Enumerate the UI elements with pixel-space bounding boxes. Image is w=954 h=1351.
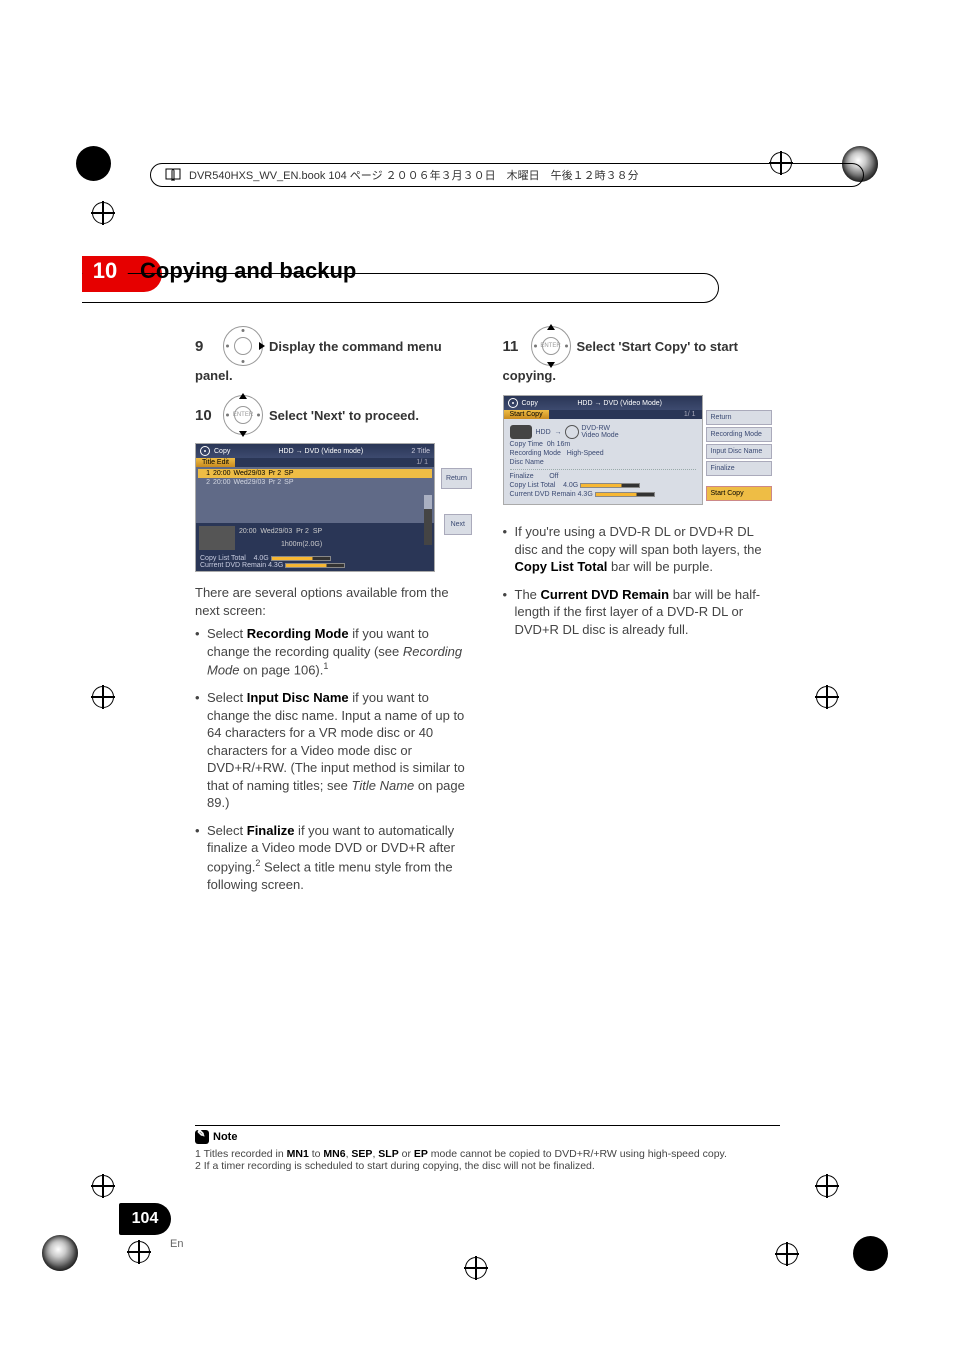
book-header-text: DVR540HXS_WV_EN.book 104 ページ ２００６年３月３０日 … — [189, 167, 639, 183]
ui2-side-finalize[interactable]: Finalize — [706, 461, 772, 476]
ui2-side-rec-mode[interactable]: Recording Mode — [706, 427, 772, 442]
ui2-side-input-disc-name[interactable]: Input Disc Name — [706, 444, 772, 459]
ui2-tab-start-copy[interactable]: Start Copy — [504, 410, 549, 419]
list-item: Select Recording Mode if you want to cha… — [195, 625, 473, 679]
ui1-tab-title-edit[interactable]: Title Edit — [196, 458, 235, 467]
chapter-title: Copying and backup — [140, 258, 356, 284]
note-label: Note — [213, 1131, 237, 1143]
disc-icon — [200, 446, 210, 456]
note-section: Note 1 Titles recorded in MN1 to MN6, SE… — [195, 1125, 780, 1172]
ui2-side-start-copy[interactable]: Start Copy — [706, 486, 772, 501]
ui2-copy-label: Copy — [522, 400, 538, 407]
dvd-remain-bar — [285, 563, 345, 568]
start-copy-screenshot: Copy HDD → DVD (Video Mode) Start Copy 1… — [503, 395, 703, 505]
step-10-number: 10 — [195, 407, 217, 424]
nav-right-icon — [223, 326, 263, 366]
nav-enter-icon: ENTER — [223, 395, 263, 435]
ui2-page-indicator: 1/ 1 — [549, 410, 702, 419]
ui1-return-button[interactable]: Return — [441, 468, 472, 489]
ui2-mode: HDD → DVD (Video Mode) — [542, 400, 698, 407]
intro-line-1: There are several options available from… — [195, 584, 473, 602]
ui1-next-button[interactable]: Next — [444, 514, 472, 535]
ui1-page-indicator: 1/ 1 — [235, 458, 434, 467]
step-11-text: Select 'Start Copy' to start — [577, 339, 739, 354]
nav-enter-icon: ENTER — [531, 326, 571, 366]
preview-thumbnail — [199, 526, 235, 550]
book-open-icon — [165, 167, 181, 183]
copy-total-bar — [271, 556, 331, 561]
table-row[interactable]: 2 20:00 Wed29/03 Pr 2 SP — [198, 478, 432, 487]
ui1-mode: HDD → DVD (Video mode) — [234, 448, 407, 455]
chapter-number-badge: 10 — [82, 256, 128, 286]
list-item: If you're using a DVD-R DL or DVD+R DL d… — [503, 523, 781, 576]
page-number-badge: 104 — [119, 1203, 171, 1235]
preview-length: 1h00m(2.0G) — [239, 541, 322, 548]
step-9-number: 9 — [195, 338, 217, 355]
step-11-number: 11 — [503, 338, 525, 355]
step-9-text-2: panel. — [195, 368, 473, 383]
step-11-text-2: copying. — [503, 368, 781, 383]
ui2-side-menu: Return Recording Mode Input Disc Name Fi… — [706, 410, 772, 503]
step-9-text: Display the command menu — [269, 339, 442, 354]
hdd-icon — [510, 425, 532, 439]
list-item: The Current DVD Remain bar will be half-… — [503, 586, 781, 639]
ui2-side-return[interactable]: Return — [706, 410, 772, 425]
copy-list-screenshot: Copy HDD → DVD (Video mode) 2 Title Titl… — [195, 443, 435, 572]
ui1-copy-label: Copy — [214, 448, 230, 455]
disc-icon — [508, 398, 518, 408]
pencil-icon — [195, 1130, 209, 1144]
intro-line-2: next screen: — [195, 602, 473, 620]
ui1-titles: 2 Title — [411, 448, 430, 455]
dvd-icon — [565, 425, 579, 439]
footnote-2: 2 If a timer recording is scheduled to s… — [195, 1160, 780, 1172]
table-row[interactable]: 1 20:00 Wed29/03 Pr 2 SP — [198, 469, 432, 478]
step-10-text: Select 'Next' to proceed. — [269, 408, 419, 423]
dvd-remain-bar — [595, 492, 655, 497]
copy-total-bar — [580, 483, 640, 488]
list-item: Select Finalize if you want to automatic… — [195, 822, 473, 894]
list-item: Select Input Disc Name if you want to ch… — [195, 689, 473, 812]
book-header: DVR540HXS_WV_EN.book 104 ページ ２００６年３月３０日 … — [150, 163, 864, 187]
scrollbar[interactable] — [424, 495, 432, 545]
page-language: En — [170, 1238, 183, 1250]
footnote-1: 1 Titles recorded in MN1 to MN6, SEP, SL… — [195, 1148, 780, 1160]
